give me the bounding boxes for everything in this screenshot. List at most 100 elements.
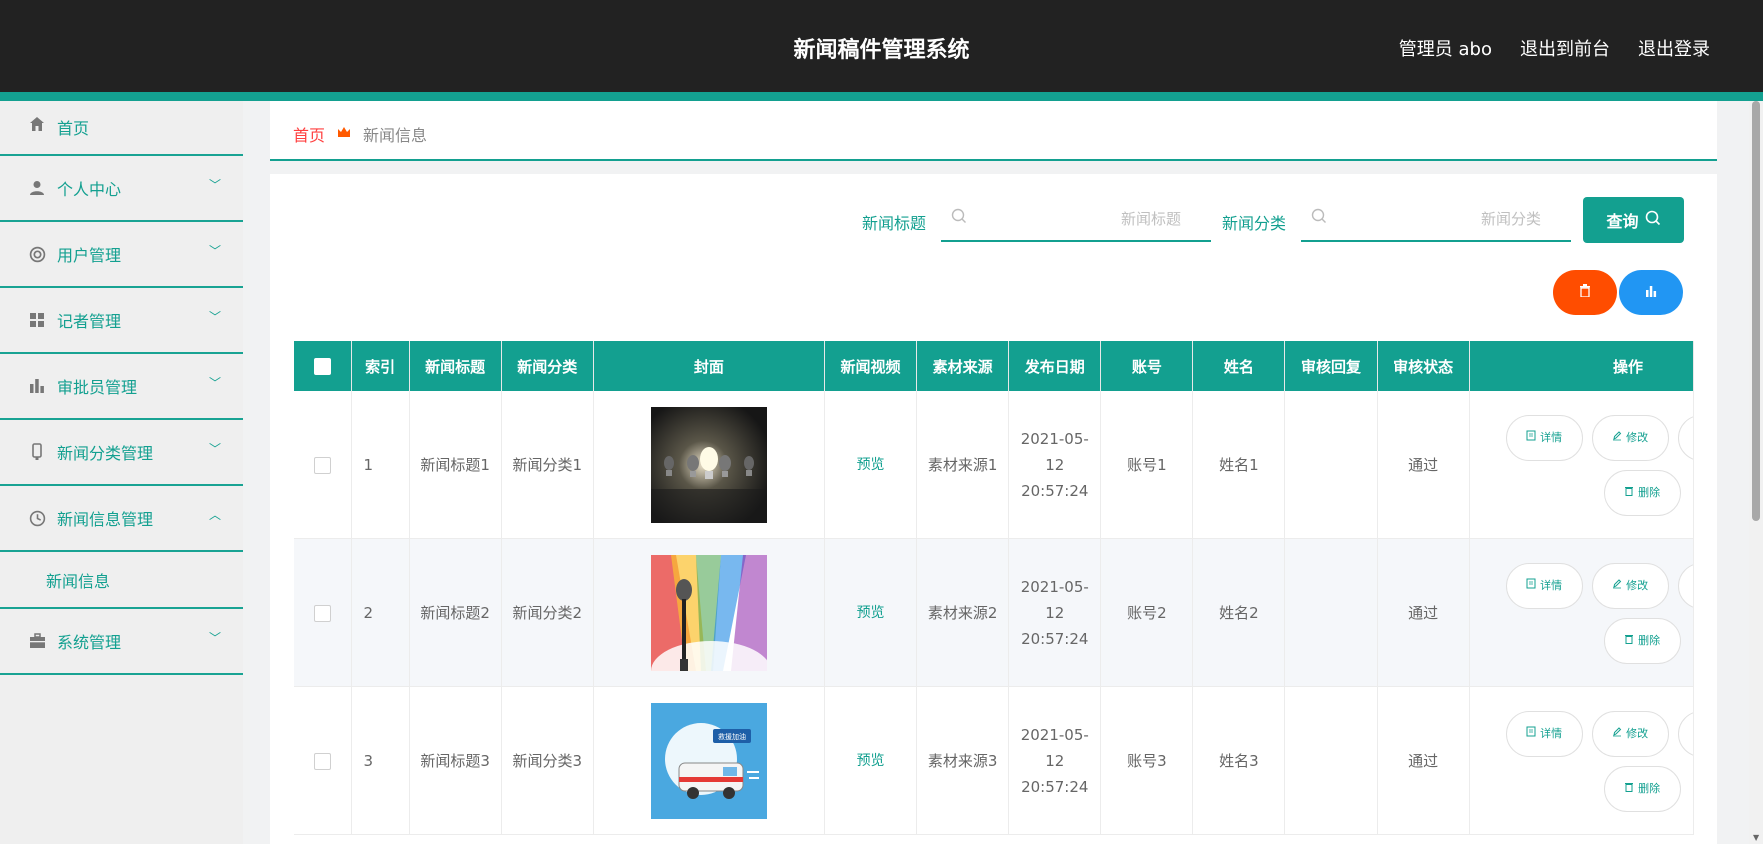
- cover-cell: [593, 391, 826, 539]
- reply-cell: [1284, 686, 1378, 835]
- detail-button[interactable]: 详情: [1505, 563, 1583, 609]
- detail-button[interactable]: 详情: [1505, 711, 1583, 757]
- sidebar-item-news-management[interactable]: 新闻信息管理 ︿: [0, 486, 243, 552]
- cover-image-ambulance: 救援加油: [650, 702, 767, 819]
- detail-button[interactable]: 详情: [1505, 415, 1583, 461]
- sidebar-item-approver-management[interactable]: 审批员管理 ﹀: [0, 354, 243, 420]
- video-preview-link[interactable]: 预览: [857, 605, 885, 621]
- delete-button[interactable]: 删除: [1603, 618, 1681, 664]
- title-cell: 新闻标题3: [409, 686, 502, 835]
- date-cell: 2021-05-12 20:57:24: [1008, 686, 1102, 835]
- column-header: 索引: [351, 341, 410, 391]
- batch-delete-button[interactable]: [1553, 270, 1617, 315]
- select-all-cell: [294, 341, 352, 391]
- statistics-button[interactable]: [1619, 270, 1683, 315]
- column-header: 姓名: [1192, 341, 1286, 391]
- date-cell: 2021-05-12 20:57:24: [1008, 538, 1102, 687]
- top-links: 管理员 abo 退出到前台 退出登录: [1399, 35, 1710, 61]
- more-action-button[interactable]: [1677, 563, 1693, 609]
- query-button[interactable]: 查询: [1583, 197, 1684, 243]
- sidebar-subitem-label: 新闻信息: [46, 571, 111, 591]
- status-cell: 通过: [1377, 686, 1470, 835]
- table-header-row: 索引 新闻标题 新闻分类 封面 新闻视频 素材来源 发布日期 账号 姓名 审核回…: [294, 341, 1694, 391]
- row-checkbox[interactable]: [313, 456, 331, 474]
- category-cell: 新闻分类2: [501, 538, 594, 687]
- scrollbar-thumb[interactable]: [1752, 101, 1760, 521]
- category-search-input[interactable]: [1361, 204, 1541, 234]
- column-header: 发布日期: [1008, 341, 1102, 391]
- column-header: 素材来源: [916, 341, 1010, 391]
- chevron-down-icon: ﹀: [208, 442, 221, 456]
- video-cell: 预览: [824, 686, 918, 835]
- edit-button[interactable]: 修改: [1591, 563, 1669, 609]
- name-cell: 姓名2: [1192, 538, 1286, 687]
- breadcrumb-current: 新闻信息: [363, 126, 428, 145]
- edit-button[interactable]: 修改: [1591, 711, 1669, 757]
- cover-image-lightbulbs: [650, 406, 767, 523]
- grid-icon: [28, 311, 46, 329]
- sidebar-subitem-news-info[interactable]: 新闻信息: [0, 552, 243, 609]
- video-cell: 预览: [824, 391, 918, 539]
- column-header: 封面: [593, 341, 826, 391]
- pencil-icon: [1612, 573, 1622, 599]
- sidebar-item-reporter-management[interactable]: 记者管理 ﹀: [0, 288, 243, 354]
- row-checkbox[interactable]: [313, 604, 331, 622]
- delete-button-label: 删除: [1638, 486, 1661, 499]
- table-row: 3 新闻标题3 新闻分类3 救援加油 预览 素材来源3 2021-05-12 2…: [294, 686, 1694, 835]
- status-cell: 通过: [1377, 538, 1470, 687]
- column-header: 账号: [1100, 341, 1194, 391]
- query-button-label: 查询: [1606, 212, 1639, 231]
- scroll-down-arrow-icon[interactable]: ▼: [1753, 833, 1759, 842]
- video-preview-link[interactable]: 预览: [857, 753, 885, 769]
- sidebar-item-home[interactable]: 首页: [0, 101, 243, 156]
- sidebar-item-label: 记者管理: [57, 312, 122, 331]
- video-preview-link[interactable]: 预览: [857, 457, 885, 473]
- index-cell: 1: [351, 391, 410, 539]
- edit-button-label: 修改: [1626, 579, 1649, 592]
- logout-link[interactable]: 退出登录: [1638, 35, 1710, 61]
- breadcrumb-home[interactable]: 首页: [293, 122, 325, 146]
- sidebar-item-system-management[interactable]: 系统管理 ﹀: [0, 609, 243, 675]
- search-icon: [1311, 208, 1327, 224]
- news-table: 索引 新闻标题 新闻分类 封面 新闻视频 素材来源 发布日期 账号 姓名 审核回…: [294, 341, 1694, 844]
- title-search-field: [941, 198, 1211, 242]
- edit-button[interactable]: 修改: [1591, 415, 1669, 461]
- sidebar-item-label: 新闻分类管理: [57, 444, 154, 463]
- select-all-checkbox[interactable]: [313, 358, 331, 375]
- column-header: 新闻视频: [824, 341, 918, 391]
- trash-icon: [1624, 480, 1634, 506]
- sidebar-item-label: 首页: [57, 119, 90, 138]
- home-icon: [28, 115, 46, 133]
- top-navbar: 新闻稿件管理系统 管理员 abo 退出到前台 退出登录: [0, 0, 1763, 92]
- admin-user-label[interactable]: 管理员 abo: [1399, 35, 1492, 61]
- back-to-front-link[interactable]: 退出到前台: [1520, 35, 1610, 61]
- edit-button-label: 修改: [1626, 727, 1649, 740]
- title-cell: 新闻标题1: [409, 391, 502, 539]
- detail-button-label: 详情: [1540, 431, 1563, 444]
- breadcrumb: 首页 新闻信息: [293, 122, 427, 146]
- row-actions: 详情 修改 删除: [1470, 687, 1693, 834]
- operations-cell: 详情 修改 删除: [1469, 686, 1694, 835]
- trash-icon: [1624, 776, 1634, 802]
- page-scrollbar[interactable]: ▼: [1749, 101, 1763, 844]
- reply-cell: [1284, 538, 1378, 687]
- table-row: 1 新闻标题1 新闻分类1 预览 素材来源1 2021-05-12 20:57:…: [294, 391, 1694, 539]
- more-action-button[interactable]: [1677, 711, 1693, 757]
- document-icon: [1526, 573, 1536, 599]
- pencil-icon: [1612, 721, 1622, 747]
- sidebar-item-category-management[interactable]: 新闻分类管理 ﹀: [0, 420, 243, 486]
- more-action-button[interactable]: [1677, 415, 1693, 461]
- delete-button[interactable]: 删除: [1603, 470, 1681, 516]
- search-icon: [1645, 210, 1661, 230]
- sidebar-item-label: 个人中心: [57, 180, 122, 199]
- operations-cell: 详情 修改 删除: [1469, 391, 1694, 539]
- column-header: 操作: [1469, 341, 1694, 391]
- row-checkbox[interactable]: [313, 752, 331, 770]
- video-cell: 预览: [824, 538, 918, 687]
- title-search-input[interactable]: [1001, 204, 1181, 234]
- chevron-down-icon: ﹀: [208, 376, 221, 390]
- index-cell: 2: [351, 538, 410, 687]
- delete-button[interactable]: 删除: [1603, 766, 1681, 812]
- search-icon: [951, 208, 967, 224]
- table-row: 2 新闻标题2 新闻分类2 预览 素材来源2 2021-05-12 20:57:…: [294, 538, 1694, 687]
